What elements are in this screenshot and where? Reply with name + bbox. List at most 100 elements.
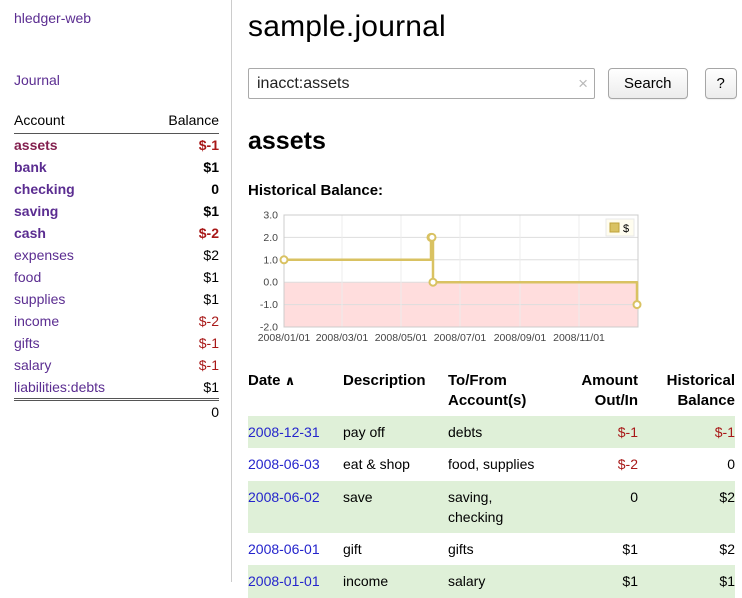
- transaction-date-link[interactable]: 2008-01-01: [248, 573, 320, 589]
- svg-text:0.0: 0.0: [263, 277, 278, 289]
- account-row: food $1: [14, 266, 219, 288]
- account-name-cell: assets: [14, 134, 146, 157]
- transaction-balance: $2: [638, 533, 735, 565]
- account-balance: $1: [146, 266, 219, 288]
- historical-balance-chart[interactable]: 3.02.01.00.0-1.0-2.02008/01/012008/03/01…: [248, 207, 652, 359]
- account-link[interactable]: bank: [14, 159, 47, 175]
- transaction-accounts: saving, checking: [448, 481, 553, 534]
- svg-text:-1.0: -1.0: [260, 299, 278, 311]
- account-name-cell: cash: [14, 222, 146, 244]
- column-header-date[interactable]: Date ∧: [248, 369, 343, 416]
- account-link[interactable]: saving: [14, 203, 58, 219]
- account-link[interactable]: cash: [14, 225, 46, 241]
- transaction-date-link[interactable]: 2008-06-03: [248, 456, 320, 472]
- account-balance: $2: [146, 244, 219, 266]
- account-link[interactable]: gifts: [14, 335, 40, 351]
- account-balance: $-1: [146, 134, 219, 157]
- transaction-description: gift: [343, 533, 448, 565]
- svg-text:2008/09/01: 2008/09/01: [494, 332, 547, 344]
- column-header-balance: Historical Balance: [638, 369, 735, 416]
- account-row: salary $-1: [14, 354, 219, 376]
- svg-text:3.0: 3.0: [263, 210, 278, 222]
- account-balance: $1: [146, 376, 219, 400]
- transaction-date-link[interactable]: 2008-12-31: [248, 424, 320, 440]
- account-name-cell: expenses: [14, 244, 146, 266]
- account-balance: $1: [146, 200, 219, 222]
- transaction-description: eat & shop: [343, 448, 448, 480]
- app-title-link[interactable]: hledger-web: [14, 10, 219, 26]
- account-link[interactable]: food: [14, 269, 41, 285]
- account-link[interactable]: income: [14, 313, 59, 329]
- column-header-accounts: To/From Account(s): [448, 369, 553, 416]
- account-row: cash$-2: [14, 222, 219, 244]
- account-name-cell: gifts: [14, 332, 146, 354]
- date-sort-link[interactable]: Date ∧: [248, 372, 295, 389]
- journal-link[interactable]: Journal: [14, 72, 219, 88]
- account-link[interactable]: supplies: [14, 291, 65, 307]
- transaction-date-link[interactable]: 2008-06-01: [248, 541, 320, 557]
- transaction-date-cell: 2008-06-01: [248, 533, 343, 565]
- account-heading: assets: [248, 127, 742, 156]
- accounts-header-balance: Balance: [146, 110, 219, 134]
- transaction-row: 2008-06-01 giftgifts$1$2: [248, 533, 735, 565]
- svg-text:2008/11/01: 2008/11/01: [553, 332, 605, 344]
- main-content: sample.journal × Search ? assets Histori…: [232, 0, 742, 598]
- register-header-row: Date ∧ DescriptionTo/From Account(s)Amoun…: [248, 369, 735, 416]
- transaction-date-link[interactable]: 2008-06-02: [248, 489, 320, 505]
- account-row: assets $-1: [14, 134, 219, 157]
- register-table: Date ∧ DescriptionTo/From Account(s)Amoun…: [248, 369, 735, 598]
- search-input[interactable]: [248, 68, 595, 99]
- account-balance: 0: [146, 178, 219, 200]
- transaction-amount: $-2: [553, 448, 638, 480]
- account-name-cell: salary: [14, 354, 146, 376]
- account-name-cell: checking: [14, 178, 146, 200]
- accounts-total-row: 0: [14, 400, 219, 424]
- svg-text:1.0: 1.0: [263, 254, 278, 266]
- accounts-header-account: Account: [14, 110, 146, 134]
- svg-text:$: $: [623, 223, 629, 235]
- account-name-cell: supplies: [14, 288, 146, 310]
- accounts-total-spacer: [14, 400, 146, 424]
- account-balance: $-1: [146, 354, 219, 376]
- column-header-description: Description: [343, 369, 448, 416]
- account-balance: $1: [146, 288, 219, 310]
- transaction-description: save: [343, 481, 448, 534]
- search-form: × Search ?: [248, 68, 742, 99]
- clear-search-icon[interactable]: ×: [578, 75, 588, 92]
- account-name-cell: income: [14, 310, 146, 332]
- account-row: liabilities:debts $1: [14, 376, 219, 400]
- transaction-accounts: gifts: [448, 533, 553, 565]
- account-link[interactable]: checking: [14, 181, 75, 197]
- svg-text:2008/07/01: 2008/07/01: [434, 332, 487, 344]
- transaction-accounts: food, supplies: [448, 448, 553, 480]
- account-name-cell: bank: [14, 156, 146, 178]
- data-point-marker: [281, 256, 288, 263]
- sidebar: hledger-web Journal Account Balance asse…: [0, 0, 232, 582]
- transaction-description: pay off: [343, 416, 448, 448]
- account-row: gifts$-1: [14, 332, 219, 354]
- account-balance: $1: [146, 156, 219, 178]
- account-link[interactable]: assets: [14, 137, 58, 153]
- chart-title: Historical Balance:: [248, 182, 742, 199]
- data-point-marker: [634, 301, 641, 308]
- data-point-marker: [430, 279, 437, 286]
- data-point-marker: [429, 234, 436, 241]
- help-button[interactable]: ?: [705, 68, 737, 99]
- column-header-amount: Amount Out/In: [553, 369, 638, 416]
- transaction-balance: $2: [638, 481, 735, 534]
- account-link[interactable]: salary: [14, 357, 51, 373]
- transaction-amount: 0: [553, 481, 638, 534]
- account-row: saving $1: [14, 200, 219, 222]
- sort-ascending-icon: ∧: [285, 373, 296, 388]
- accounts-header-row: Account Balance: [14, 110, 219, 134]
- search-button[interactable]: Search: [608, 68, 688, 99]
- account-name-cell: liabilities:debts: [14, 376, 146, 400]
- transaction-amount: $1: [553, 533, 638, 565]
- account-name-cell: saving: [14, 200, 146, 222]
- account-row: bank $1: [14, 156, 219, 178]
- accounts-table: Account Balance assets $-1 bank $1 checking 0…: [14, 110, 219, 423]
- account-balance: $-2: [146, 310, 219, 332]
- account-link[interactable]: liabilities:debts: [14, 379, 105, 395]
- account-link[interactable]: expenses: [14, 247, 74, 263]
- transaction-row: 2008-06-02 savesaving, checking0$2: [248, 481, 735, 534]
